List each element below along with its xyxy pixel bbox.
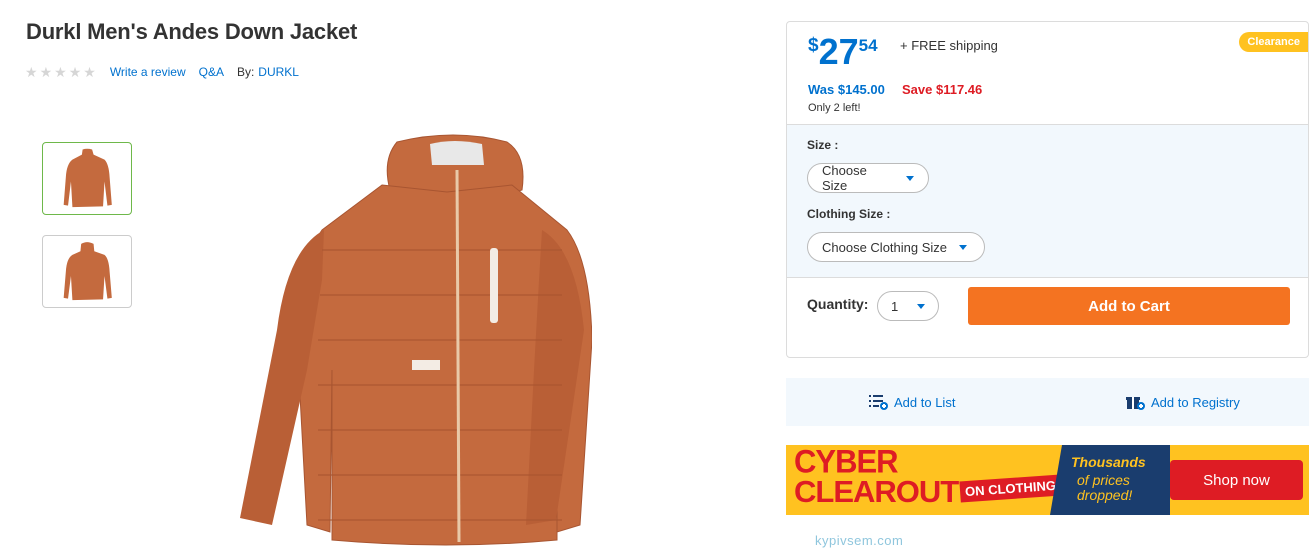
star-icon: ★ [39, 64, 53, 80]
clearance-badge: Clearance [1239, 32, 1308, 52]
price: $ 27 54 [808, 33, 878, 71]
shop-now-button[interactable]: Shop now [1170, 460, 1303, 500]
rating-stars[interactable]: ★ ★ ★ ★ ★ [25, 65, 96, 79]
clothing-size-dropdown[interactable]: Choose Clothing Size [807, 232, 985, 262]
add-to-registry-button[interactable]: Add to Registry [1126, 394, 1240, 410]
banner-tag: ON CLOTHING [959, 474, 1062, 503]
product-main-image[interactable] [232, 130, 593, 555]
clothing-size-dropdown-value: Choose Clothing Size [822, 239, 948, 255]
star-icon: ★ [68, 64, 82, 80]
thumbnail-front[interactable] [42, 142, 132, 215]
gift-registry-icon [1126, 397, 1145, 410]
caret-down-icon [917, 303, 925, 309]
write-review-link[interactable]: Write a review [110, 65, 186, 79]
stock-notice: Only 2 left! [808, 102, 861, 114]
size-dropdown[interactable]: Choose Size [807, 163, 929, 193]
banner-line2: CLEAROUT [794, 474, 959, 509]
price-currency: $ [808, 35, 819, 56]
add-to-cart-button[interactable]: Add to Cart [968, 287, 1290, 325]
buy-box: $ 27 54 + FREE shipping Clearance Was $1… [786, 21, 1309, 358]
add-to-list-label: Add to List [894, 394, 956, 410]
save-amount: Save $117.46 [902, 82, 983, 97]
clothing-size-label: Clothing Size : [807, 207, 891, 221]
jacket-thumbnail-image [63, 148, 112, 207]
add-to-list-button[interactable]: Add to List [869, 394, 955, 410]
quantity-label: Quantity: [807, 296, 869, 312]
product-meta: ★ ★ ★ ★ ★ Write a review Q&A By: DURKL [25, 65, 312, 79]
star-icon: ★ [25, 64, 38, 80]
jacket-back-thumbnail-image [63, 241, 112, 300]
variant-selectors: Size : Choose Size Clothing Size : Choos… [787, 124, 1308, 278]
caret-down-icon [906, 175, 914, 181]
product-title: Durkl Men's Andes Down Jacket [26, 19, 358, 44]
add-to-registry-label: Add to Registry [1151, 394, 1240, 410]
add-to-list-icon [869, 395, 888, 410]
brand-link[interactable]: DURKL [258, 65, 299, 79]
by-label: By: [236, 65, 255, 79]
star-icon: ★ [54, 64, 67, 80]
shipping-text: + FREE shipping [900, 38, 998, 53]
banner-thousands: Thousands [1071, 454, 1146, 470]
cyber-clearout-banner[interactable]: CYBER CLEAROUT ON CLOTHING Thousands of … [786, 445, 1309, 515]
price-dollars: 27 [818, 31, 859, 72]
watermark: kypivsem.com [815, 533, 904, 548]
star-icon: ★ [83, 64, 96, 80]
quantity-value: 1 [891, 298, 899, 314]
thumbnail-back[interactable] [42, 235, 132, 308]
quantity-dropdown[interactable]: 1 [877, 291, 939, 321]
jacket-image [240, 134, 593, 546]
list-actions-bar: Add to List Add to Registry [786, 378, 1309, 426]
banner-prices: of prices dropped! [1077, 472, 1133, 503]
size-dropdown-value: Choose Size [822, 163, 867, 193]
price-cents: 54 [858, 36, 878, 55]
qa-link[interactable]: Q&A [199, 65, 224, 79]
was-price: Was $145.00 [808, 82, 885, 97]
size-label: Size : [807, 138, 839, 152]
caret-down-icon [959, 244, 968, 250]
